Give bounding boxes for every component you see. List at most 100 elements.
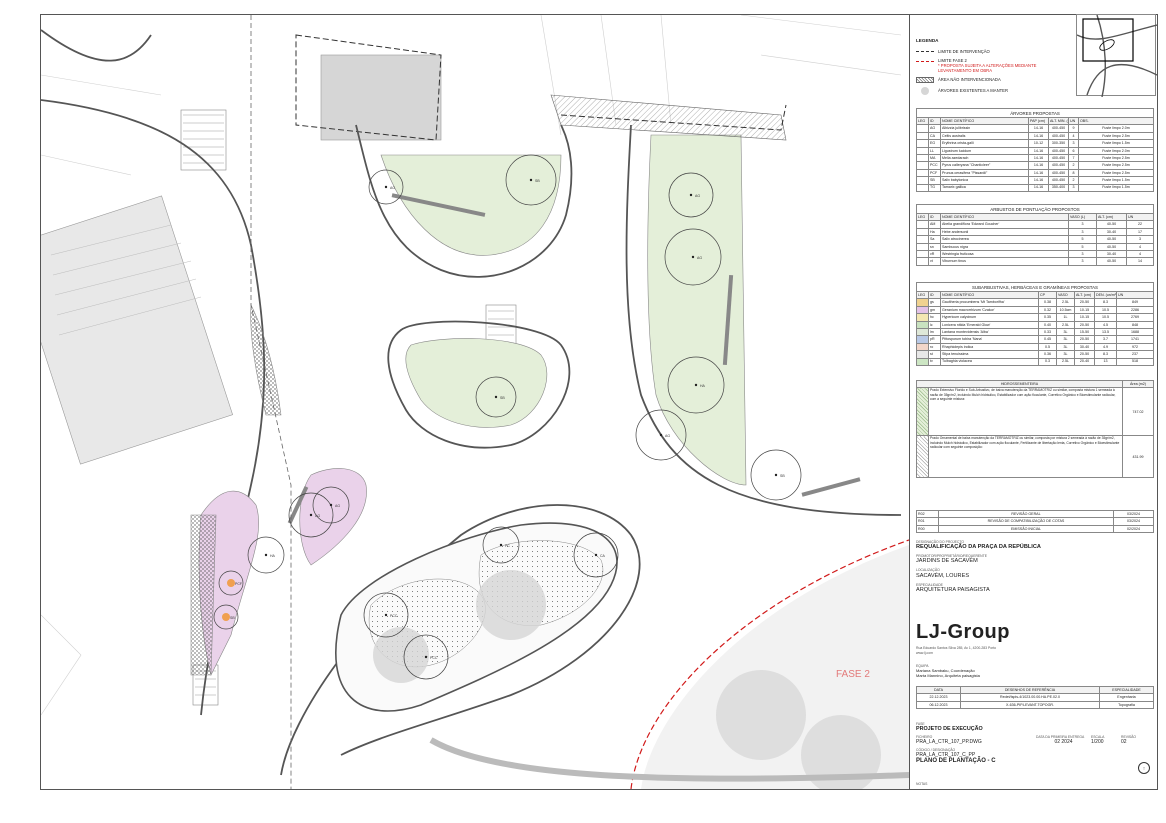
table-row: TG Tamarix gallica 14-16 350-400 3 Fuste limp… [916, 183, 1154, 192]
table-cell: sn [928, 242, 941, 251]
table-header-cell: ALT. MIN. (cm) [1048, 116, 1069, 126]
legend-item: ÁREA NÃO INTERVENCIONADA [916, 76, 1066, 83]
table-cell: 20-50 [1074, 298, 1095, 307]
table-cell: 20-50 [1074, 350, 1095, 359]
legend-symbol [916, 124, 929, 133]
revision-code: R00 [916, 524, 939, 534]
table-cell: 4.9 [1094, 342, 1117, 352]
table-cell: 1688 [1116, 327, 1154, 337]
table-cell: SB [928, 176, 941, 185]
table-cell: 14-16 [1028, 168, 1049, 178]
table-cell: Ha [928, 227, 941, 237]
table-cell: Stipa tenuissima [940, 350, 1039, 359]
table-cell: Westringia fruticosa [940, 249, 1069, 259]
table-cell: 0.32 [1038, 305, 1057, 315]
hydro-symbol [916, 435, 929, 479]
table-cell: 10-12 [1028, 139, 1049, 148]
table-row: gs Gaultheria procumbens 'Mt Tamborifha' 0… [916, 298, 1154, 307]
table-row: AG Albizzia julibrissin 14-16 400-450 9 Fuste… [916, 124, 1154, 133]
herbs-table-block: SUBARBUSTIVAS, HERBÁCEAS E GRAMÍNEAS PRO… [916, 282, 1154, 366]
table-cell: 40-50 [1096, 242, 1127, 251]
table-cell: 10.5 [1094, 305, 1117, 315]
table-cell: 8 [1068, 168, 1079, 178]
table-cell: 3.7 [1094, 335, 1117, 344]
bed-center-island [405, 338, 548, 428]
legend-symbol [916, 220, 929, 229]
hydro-text: Prado Ornamental de baixa manutenção da … [928, 435, 1123, 479]
table-header-row: DATA DESENHOS DE REFERÊNCIA ESPECIALIDAD… [916, 685, 1154, 695]
table-row: PCC Pyrus calleryana "Chanticleer" 14-16 40… [916, 161, 1154, 170]
bed-left-strip [250, 303, 282, 416]
table-cell: vR [928, 249, 941, 259]
notes-label: NOTAS [916, 782, 928, 786]
hydro-area: 431.99 [1122, 435, 1154, 479]
table-cell: Sambucus nigra [940, 242, 1069, 251]
legend-symbol [916, 342, 929, 352]
location-value: SACAVÉM, LOURES [916, 572, 970, 579]
table-cell: Celtis australis [940, 131, 1029, 141]
shrubs-table: LEG ID NOME CIENTÍFICO VASO (L) ALT. (cm) UN … [916, 212, 1154, 266]
specialty-value: ARQUITETURA PAISAGISTA [916, 586, 990, 593]
tree-label: CA [600, 554, 606, 558]
table-cell: 20-50 [1074, 335, 1095, 344]
legend-symbol [916, 313, 929, 322]
table-cell: PCF [928, 168, 941, 178]
tree-label: AG [697, 256, 702, 260]
table-cell: Fuste limpo 1.5m [1078, 139, 1154, 148]
legend-symbol [916, 183, 929, 192]
table-cell: 0.35 [1038, 313, 1057, 322]
project-info: DESIGNAÇÃO DO PROJECTO REQUALIFICAÇÃO DA… [916, 540, 1154, 594]
table-row: SB Salix babylonica 14-16 400-450 2 Fuste lim… [916, 176, 1154, 185]
table-row: hc Hypericum calycinum 0.35 1L 10-15 10.5 2769 [916, 313, 1154, 322]
table-header-row: LEG ID NOME CIENTÍFICO CP VASO ALT. (cm) DEN. … [916, 290, 1154, 300]
table-cell: 518 [1116, 357, 1154, 366]
legend-symbol [916, 257, 929, 266]
table-cell: 3L [1056, 335, 1075, 344]
table-cell: 14-16 [1028, 131, 1049, 141]
table-cell: 13.5 [1094, 327, 1117, 337]
legend-symbol [916, 176, 929, 185]
table-header-cell: LEG [916, 290, 929, 300]
table-cell: 14-16 [1028, 124, 1049, 133]
table-header-row: HIDROSSEMENTEIRA Área (m2) [916, 379, 1154, 389]
table-cell: TG [928, 183, 941, 192]
legend-symbol [916, 327, 929, 337]
table-cell: hc [928, 313, 941, 322]
table-cell: 2.5L [1056, 320, 1075, 329]
table-row: ro Rhaphiolepis indica 0.5 3L 30-40 4.9 972 [916, 342, 1154, 352]
title-block-panel: LEGENDA LIMITE DE INTERVENÇÃO LIMITE FAS… [909, 14, 1158, 790]
table-cell: 400-450 [1048, 161, 1069, 170]
table-header-cell: ID [928, 116, 941, 126]
table-header-cell: VASO [1056, 290, 1075, 300]
table-cell: ro [928, 342, 941, 352]
table-row: pR Pittosporum tobira 'Nana' 0.45 3L 20-50 3.… [916, 335, 1154, 344]
table-cell: PCC [928, 161, 941, 170]
revision-description: REVISÃO GERAL [938, 509, 1114, 519]
legend-item: ÁRVORES EXISTENTES A MANTER [916, 86, 1066, 95]
reference-cell: Redet/Ispis-4/1023.00.00.HA.PE.02.0 [960, 693, 1100, 702]
table-cell: Albizzia julibrissin [940, 124, 1029, 133]
table-cell: 400-450 [1048, 131, 1069, 141]
existing-car-park [320, 54, 442, 141]
company-address: Rua Eduardo Santos Silva 285, Av 1, 4200… [916, 646, 997, 650]
drawing-title: PLANO DE PLANTAÇÃO - C [916, 758, 996, 764]
table-cell: 20-50 [1074, 320, 1095, 329]
table-header-cell: OBS. [1078, 116, 1154, 126]
table-cell: 300-350 [1048, 139, 1069, 148]
tree-label: SB [230, 616, 235, 620]
reference-cell: X-636-PIP.LEVANT.TOPOGR. [960, 700, 1100, 710]
phase-value: PROJETO DE EXECUÇÃO [916, 726, 983, 733]
shrubs-table-block: ARBUSTOS DE PONTUAÇÃO PROPOSTOS LEG ID NOM… [916, 204, 1154, 266]
table-cell: 400-450 [1048, 124, 1069, 133]
table-cell: 0.38 [1038, 298, 1057, 307]
legend-item-label: LIMITE FASE 2 [938, 57, 967, 63]
table-cell: Pyrus calleryana "Chanticleer" [940, 161, 1029, 170]
reference-cell: 22.12.2023 [916, 693, 961, 702]
table-cell: gs [928, 298, 941, 307]
table-cell: lm [928, 327, 941, 337]
reference-cell: Topografia [1099, 700, 1154, 710]
hydroseeding-table: HIDROSSEMENTEIRA Área (m2) Prado Extensi… [916, 379, 1154, 479]
table-cell: 10.5cm [1056, 305, 1075, 315]
hydro-text: Prado Extensivo Florido e Sub-Arbustivo,… [928, 387, 1123, 437]
table-row: PCF Prunus cerasifera "Pissardii" 14-16 400… [916, 168, 1154, 178]
